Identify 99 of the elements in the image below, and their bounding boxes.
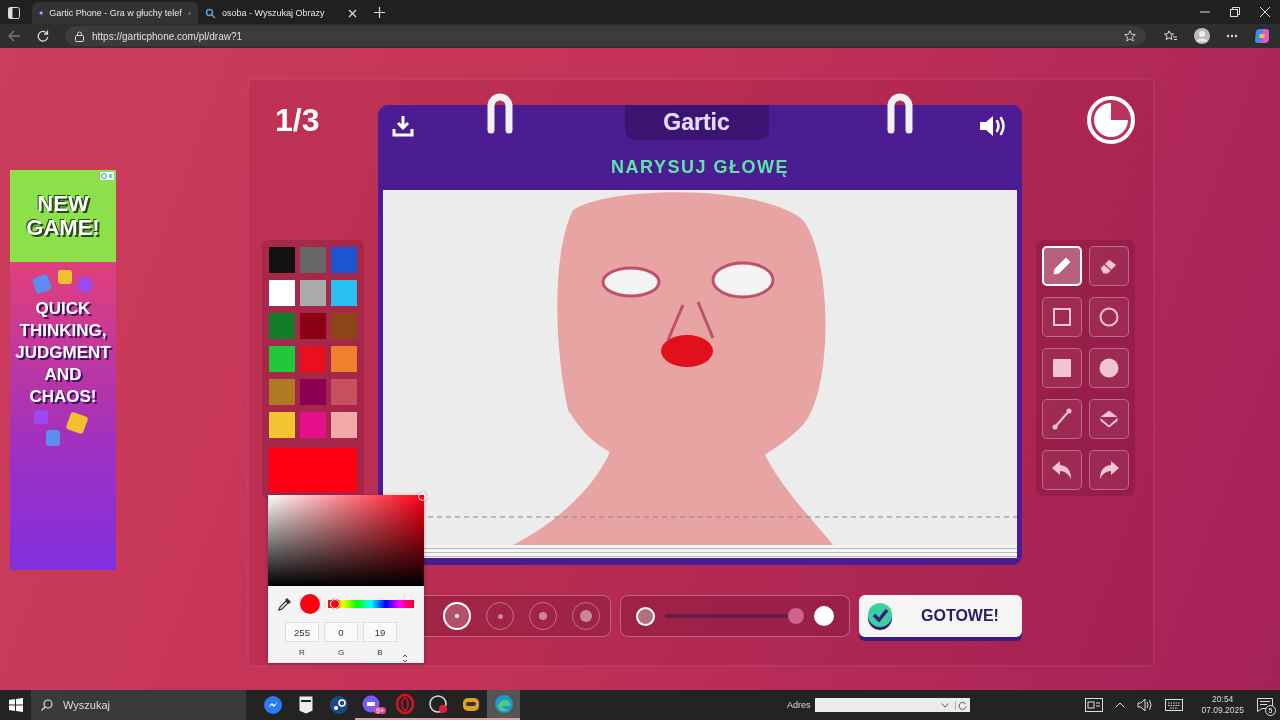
color-swatch[interactable] <box>300 379 326 405</box>
filled-ellipse-tool[interactable] <box>1089 348 1129 388</box>
filled-ellipse-icon <box>1097 356 1121 380</box>
bucket-tool[interactable] <box>1089 399 1129 439</box>
lock-icon <box>75 30 84 42</box>
steam-app-icon <box>328 695 349 715</box>
restore-icon[interactable] <box>1230 7 1240 17</box>
line-icon <box>1050 407 1074 431</box>
bucket-icon <box>1097 407 1121 431</box>
color-swatch[interactable] <box>300 313 326 339</box>
favorites-icon[interactable] <box>1164 30 1178 42</box>
copilot-icon[interactable] <box>1254 28 1270 44</box>
address-toolbar-label: Adres <box>786 700 811 710</box>
close-icon[interactable] <box>348 8 357 18</box>
color-value-field[interactable]: 255 <box>285 622 319 642</box>
color-swatch[interactable] <box>331 346 357 372</box>
color-swatch[interactable] <box>269 247 295 273</box>
volume-icon[interactable] <box>1137 698 1154 712</box>
eyedropper-icon[interactable] <box>278 597 292 612</box>
opaque-dot-icon <box>814 606 834 626</box>
more-icon[interactable] <box>1226 34 1238 38</box>
current-color-swatch[interactable] <box>269 448 357 492</box>
ad-headline: NEW GAME! <box>25 192 101 240</box>
color-swatch[interactable] <box>300 412 326 438</box>
color-swatch[interactable] <box>269 346 295 372</box>
download-icon[interactable] <box>392 115 414 137</box>
new-tab-icon[interactable] <box>374 7 385 18</box>
channel-label: G <box>337 648 345 657</box>
line-tool[interactable] <box>1042 399 1082 439</box>
color-value-field[interactable]: 0 <box>324 622 358 642</box>
color-swatch[interactable] <box>269 412 295 438</box>
rectangle-tool[interactable] <box>1042 297 1082 337</box>
pencil-icon <box>1050 254 1074 278</box>
color-value-field[interactable]: 19 <box>363 622 397 642</box>
recorder-app-icon <box>427 694 448 714</box>
profile-avatar[interactable] <box>1194 28 1210 44</box>
timer-icon <box>1087 96 1135 144</box>
color-swatch[interactable] <box>331 280 357 306</box>
saturation-area[interactable] <box>268 495 424 587</box>
color-swatch[interactable] <box>300 247 326 273</box>
gartic-logo: Gartic <box>663 109 730 136</box>
tab-actions-icon[interactable] <box>8 7 20 19</box>
search-icon <box>205 7 216 19</box>
clock-date[interactable]: 07.09.2025 <box>1201 705 1244 716</box>
up-down-arrows-icon[interactable] <box>402 654 408 663</box>
check-icon <box>865 601 895 631</box>
hue-slider[interactable] <box>328 599 414 610</box>
chevron-up-icon[interactable] <box>1115 702 1126 708</box>
taskbar-search-field[interactable]: Wyszukaj <box>31 690 246 720</box>
chevron-down-icon[interactable] <box>941 702 950 708</box>
chat-app-icon <box>361 694 382 714</box>
edge-app-icon <box>493 694 514 714</box>
windows-start-icon[interactable] <box>9 698 23 712</box>
search-icon <box>41 699 53 711</box>
ad-tagline: QUICK THINKING, JUDGMENT AND CHAOS! <box>14 298 112 408</box>
browser-tab[interactable]: Gartic Phone - Gra w głuchy telef <box>32 2 198 24</box>
messenger-app-icon <box>262 695 283 715</box>
channel-label: B <box>377 648 383 657</box>
ellipse-icon <box>1097 305 1121 329</box>
drawing-prompt: NARYSUJ GŁOWĘ <box>611 156 789 179</box>
notification-icon <box>1257 698 1273 712</box>
keyboard-icon[interactable] <box>1165 699 1184 711</box>
round-counter: 1/3 <box>275 105 320 135</box>
color-swatch[interactable] <box>331 379 357 405</box>
filled-rectangle-icon <box>1050 356 1074 380</box>
news-icon[interactable] <box>1085 698 1104 712</box>
pencil-tool[interactable] <box>1042 246 1082 286</box>
binder-ring <box>485 92 515 136</box>
color-swatch[interactable] <box>269 313 295 339</box>
channel-label: R <box>299 648 305 657</box>
transparent-dot-icon <box>636 606 655 626</box>
star-icon[interactable] <box>1124 30 1136 42</box>
color-swatch[interactable] <box>331 313 357 339</box>
rectangle-icon <box>1050 305 1074 329</box>
color-swatch[interactable] <box>300 280 326 306</box>
opera-app-icon <box>394 694 415 714</box>
refresh-icon[interactable] <box>955 700 968 710</box>
taskbar-address-field[interactable] <box>815 698 971 712</box>
filled-rectangle-tool[interactable] <box>1042 348 1082 388</box>
address-field[interactable]: https://garticphone.com/pl/draw?1 <box>65 26 1146 46</box>
selected-color-dot <box>300 594 320 615</box>
undo-tool[interactable] <box>1042 450 1082 490</box>
color-swatch[interactable] <box>300 346 326 372</box>
color-swatch[interactable] <box>331 412 357 438</box>
close-icon[interactable] <box>1260 7 1270 17</box>
color-swatch[interactable] <box>269 280 295 306</box>
eraser-tool[interactable] <box>1089 246 1129 286</box>
color-swatch[interactable] <box>269 379 295 405</box>
color-swatch[interactable] <box>331 247 357 273</box>
brush-size-option[interactable] <box>443 602 471 630</box>
slider-thumb[interactable] <box>787 608 804 624</box>
hue-thumb[interactable] <box>330 599 341 610</box>
ellipse-tool[interactable] <box>1089 297 1129 337</box>
clock-time[interactable]: 20:54 <box>1212 694 1234 705</box>
back-arrow-icon[interactable] <box>8 30 21 42</box>
browser-tab[interactable]: osoba - Wyszukaj Obrazy <box>198 2 364 24</box>
ad-info-icon[interactable] <box>100 172 114 180</box>
redo-tool[interactable] <box>1089 450 1129 490</box>
binder-ring <box>885 92 915 136</box>
